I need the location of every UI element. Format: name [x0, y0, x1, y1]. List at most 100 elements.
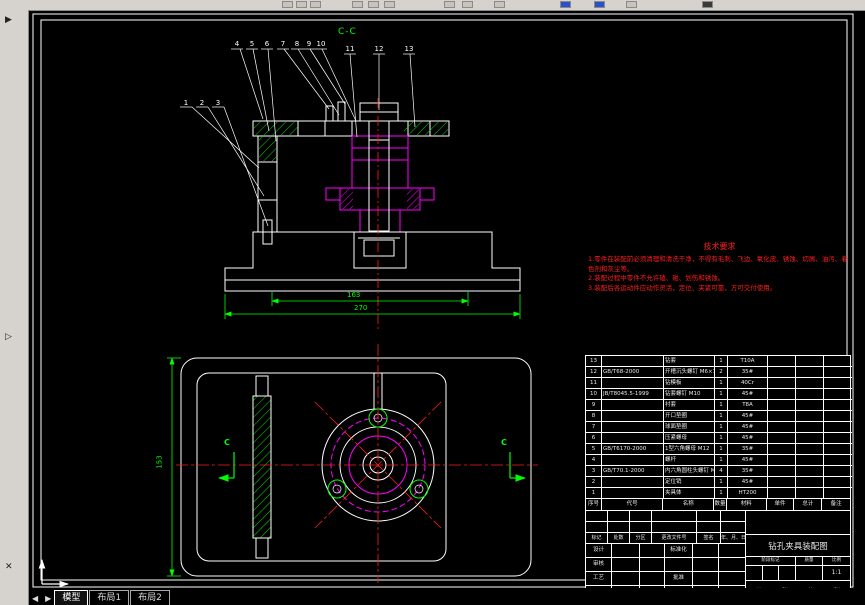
toolbar-button[interactable] — [310, 1, 321, 8]
bom-cell-weight-each — [768, 477, 796, 487]
bom-cell-weight-each — [768, 488, 796, 498]
bom-cell-remark — [824, 466, 852, 476]
layout-tabbar: ◀ ▶ 模型 布局1 布局2 — [28, 588, 865, 605]
tb-stage-boxes — [746, 566, 795, 580]
bom-cell-code — [602, 400, 664, 410]
toolbar-pointer-icon[interactable]: ▷ — [5, 332, 12, 342]
bom-cell-weight-each — [768, 411, 796, 421]
bom-cell-weight-total — [796, 378, 824, 388]
tab-model[interactable]: 模型 — [54, 590, 89, 605]
bom-cell-name: 钻模板 — [664, 378, 715, 388]
part-callout-12: 12 — [374, 45, 384, 53]
bom-cell-material: HT200 — [728, 488, 768, 498]
bom-row: 5 GB/T6170-2000 1型六角螺母 M12 1 35# — [586, 443, 852, 454]
bom-cell-remark — [824, 411, 852, 421]
tab-layout2[interactable]: 布局2 — [130, 590, 170, 605]
bom-row: 7 球面垫圈 1 45# — [586, 421, 852, 432]
bom-cell-weight-each — [768, 400, 796, 410]
bom-cell-code — [602, 477, 664, 487]
bom-cell-qty: 1 — [715, 488, 728, 498]
bom-cell-material: 35# — [728, 444, 768, 454]
bom-cell-weight-each — [768, 422, 796, 432]
bom-cell-remark — [824, 378, 852, 388]
toolbar-button[interactable] — [702, 1, 713, 8]
bom-cell-code: GB/T68-2000 — [602, 367, 664, 377]
bom-cell-name: 钻套螺钉 M10 — [664, 389, 715, 399]
bom-cell-code — [602, 422, 664, 432]
plan-view — [167, 344, 538, 583]
bom-cell-remark — [824, 477, 852, 487]
bom-cell-name: 1型六角螺母 M12 — [664, 444, 715, 454]
bom-row: 1 夹具体 1 HT200 — [586, 487, 852, 498]
tb-label-date: 年、月、日 — [721, 533, 745, 544]
bom-cell-weight-each — [768, 433, 796, 443]
bom-row: 3 GB/T70.1-2000 内六角圆柱头螺钉 M8×25 4 35# — [586, 465, 852, 476]
bom-cell-name: 内六角圆柱头螺钉 M8×25 — [664, 466, 715, 476]
bom-rows: 13 钻套 1 T10A 12 GB/T68-2000 开槽沉头螺钉 M6×16… — [586, 356, 852, 498]
toolbar-button[interactable] — [296, 1, 307, 8]
bom-cell-no: 8 — [586, 411, 602, 421]
bom-cell-qty: 1 — [715, 422, 728, 432]
tb-label-scale: 比例 — [823, 557, 850, 566]
bom-cell-remark — [824, 400, 852, 410]
bom-cell-qty: 1 — [715, 411, 728, 421]
toolbar-button[interactable] — [384, 1, 395, 8]
section-dimensions — [224, 292, 521, 319]
bom-cell-weight-total — [796, 477, 824, 487]
toolbar-button[interactable] — [282, 1, 293, 8]
bom-row: 2 定位销 1 45# — [586, 476, 852, 487]
bom-cell-weight-each — [768, 378, 796, 388]
bom-cell-weight-each — [768, 367, 796, 377]
drawing-title: 钻孔夹具装配图 — [746, 535, 850, 557]
technical-requirements-title: 技术要求 — [703, 242, 736, 251]
bom-cell-remark — [824, 389, 852, 399]
toolbar-button[interactable] — [594, 1, 605, 8]
bom-cell-no: 13 — [586, 356, 602, 366]
part-callout-10: 10 — [316, 40, 326, 48]
bom-cell-qty: 1 — [715, 477, 728, 487]
bom-cell-no: 5 — [586, 444, 602, 454]
bom-cell-remark — [824, 367, 852, 377]
bom-cell-qty: 4 — [715, 466, 728, 476]
tb-label-weight: 质量 — [796, 557, 822, 566]
technical-requirements: 技术要求 1.零件在装配前必须清理和清洗干净，不得有毛刺、飞边、氧化皮、锈蚀、切… — [588, 241, 851, 293]
toolbar-button[interactable] — [560, 1, 571, 8]
bom-cell-material: 45# — [728, 411, 768, 421]
toolbar-button[interactable] — [494, 1, 505, 8]
bom-row: 12 GB/T68-2000 开槽沉头螺钉 M6×16 2 35# — [586, 366, 852, 377]
bom-row: 6 压紧螺母 1 45# — [586, 432, 852, 443]
bom-cell-qty: 1 — [715, 444, 728, 454]
section-view-label: C-C — [338, 27, 357, 37]
part-callout-6: 6 — [264, 40, 270, 48]
bom-row: 4 螺杆 1 45# — [586, 454, 852, 465]
toolbar-button[interactable] — [368, 1, 379, 8]
toolbar-button[interactable] — [444, 1, 455, 8]
tb-label-sign: 签名 — [697, 533, 721, 544]
toolbar-erase-icon[interactable]: ✕ — [5, 562, 13, 572]
bom-cell-no: 1 — [586, 488, 602, 498]
tab-nav-back-icon[interactable]: ◀ — [28, 594, 41, 605]
bom-cell-name: 定位销 — [664, 477, 715, 487]
tab-nav-forward-icon[interactable]: ▶ — [41, 594, 54, 605]
toolbar-arrow-icon[interactable]: ▶ — [5, 15, 12, 25]
bom-cell-no: 3 — [586, 466, 602, 476]
part-callout-4: 4 — [234, 40, 240, 48]
bom-cell-remark — [824, 488, 852, 498]
bom-cell-weight-each — [768, 444, 796, 454]
tab-layout1[interactable]: 布局1 — [89, 590, 130, 605]
bom-cell-no: 12 — [586, 367, 602, 377]
toolbar-button[interactable] — [626, 1, 637, 8]
bom-cell-code: JB/T8045.5-1999 — [602, 389, 664, 399]
toolbar-button[interactable] — [352, 1, 363, 8]
left-toolbar: ▶ ▷ ✕ — [0, 10, 29, 605]
bom-cell-no: 2 — [586, 477, 602, 487]
bom-cell-material: T8A — [728, 400, 768, 410]
bom-cell-no: 4 — [586, 455, 602, 465]
bom-cell-code — [602, 433, 664, 443]
bom-cell-weight-total — [796, 356, 824, 366]
toolbar-button[interactable] — [462, 1, 473, 8]
bom-cell-no: 6 — [586, 433, 602, 443]
bom-cell-weight-total — [796, 422, 824, 432]
bom-cell-material: 45# — [728, 455, 768, 465]
bom-cell-weight-total — [796, 367, 824, 377]
